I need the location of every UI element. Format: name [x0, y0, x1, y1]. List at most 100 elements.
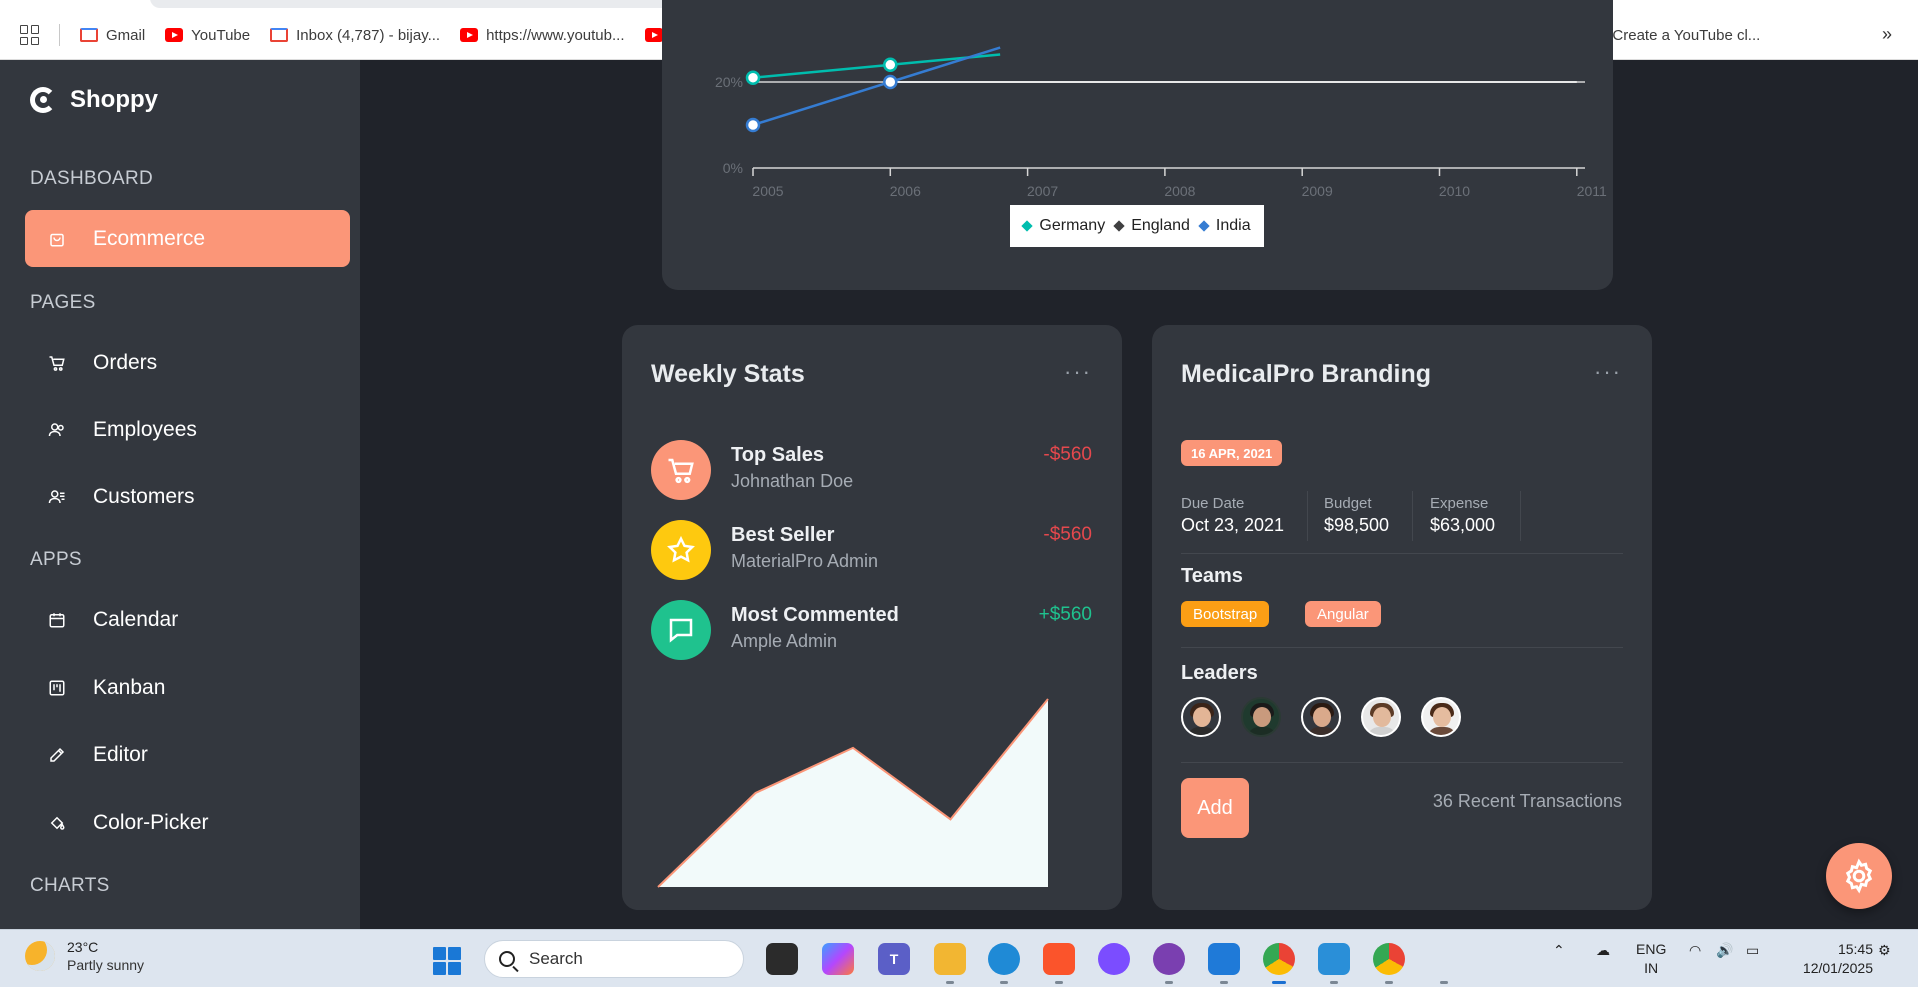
bookmark-item[interactable]: YouTube — [163, 22, 256, 48]
bookmark-item[interactable]: Gmail — [78, 22, 151, 48]
expense: Expense $63,000 — [1430, 495, 1495, 536]
legend-item-england[interactable]: England — [1113, 217, 1190, 235]
bookmarks-divider — [59, 24, 60, 46]
teams-icon[interactable]: T — [878, 943, 910, 975]
chevron-up-icon[interactable]: ⌃ — [1553, 942, 1565, 959]
sidebar-item-label: Ecommerce — [93, 226, 206, 250]
meta-label: Budget — [1324, 495, 1372, 512]
add-button[interactable]: Add — [1181, 778, 1249, 838]
bookmarks-overflow-button[interactable]: » — [1882, 24, 1892, 45]
section-charts: CHARTS — [30, 875, 110, 896]
sidebar-item-ecommerce[interactable]: Ecommerce — [25, 210, 350, 267]
region-code: IN — [1644, 960, 1659, 976]
bookmark-item[interactable]: Inbox (4,787) - bijay... — [268, 22, 446, 48]
legend-label: Germany — [1039, 217, 1106, 234]
wifi-icon[interactable]: ◠ — [1689, 942, 1701, 959]
apps-grid-icon[interactable] — [20, 25, 40, 45]
bookmark-label: YouTube — [191, 26, 251, 44]
data-point-india — [745, 117, 761, 133]
more-options-icon[interactable]: ··· — [1064, 359, 1092, 385]
legend-item-germany[interactable]: Germany — [1021, 217, 1106, 235]
date-badge: 16 APR, 2021 — [1181, 440, 1283, 466]
sparkline-area — [658, 699, 1048, 887]
edge-icon[interactable] — [988, 943, 1020, 975]
section-apps: APPS — [30, 549, 82, 570]
search-placeholder: Search — [529, 949, 583, 968]
chrome-profile-icon[interactable] — [1373, 943, 1405, 975]
brave-icon[interactable] — [1043, 943, 1075, 975]
stat-amount: -$560 — [1043, 444, 1092, 465]
kanban-icon — [47, 678, 67, 698]
x-tick-label: 2010 — [1439, 183, 1470, 199]
sidebar-item-label: Kanban — [93, 675, 166, 699]
meta-value: $63,000 — [1430, 515, 1496, 535]
language-indicator[interactable]: ENG IN — [1636, 940, 1666, 978]
sidebar-item-calendar[interactable]: Calendar — [25, 591, 350, 648]
x-tick-label: 2009 — [1302, 183, 1333, 199]
sidebar-item-color-picker[interactable]: Color-Picker — [25, 794, 350, 851]
taskbar: 23°C Partly sunny Search T ⌃ ☁ ENG IN ◠ … — [0, 929, 1918, 987]
leader-avatar[interactable] — [1301, 697, 1341, 737]
youtube-icon — [460, 28, 479, 42]
bookmark-label: Inbox (4,787) - bijay... — [296, 26, 441, 44]
bookmark-label: https://www.youtub... — [486, 26, 625, 44]
settings-button[interactable] — [1826, 843, 1892, 909]
taskbar-search[interactable]: Search — [484, 940, 744, 978]
shoppy-logo-icon — [30, 87, 56, 113]
card-title: Weekly Stats — [651, 360, 805, 388]
shopping-bag-icon — [47, 229, 67, 249]
proton-icon[interactable] — [1098, 943, 1130, 975]
sidebar-item-editor[interactable]: Editor — [25, 726, 350, 783]
leaders-heading: Leaders — [1181, 662, 1258, 684]
stat-row: Most Commented Ample Admin +$560 — [651, 600, 1092, 662]
leader-avatar[interactable] — [1181, 697, 1221, 737]
github-icon[interactable] — [1153, 943, 1185, 975]
line-chart-card: 20% 0% 2005 2006 2007 2008 2009 2010 2011 German… — [662, 0, 1613, 290]
paint-bucket-icon — [47, 813, 67, 833]
legend-label: England — [1131, 217, 1190, 234]
meta-value: Oct 23, 2021 — [1181, 515, 1285, 535]
team-chip-bootstrap[interactable]: Bootstrap — [1181, 601, 1270, 627]
copilot-icon[interactable] — [822, 943, 854, 975]
team-chip-angular[interactable]: Angular — [1305, 601, 1381, 627]
sidebar-item-customers[interactable]: Customers — [25, 468, 350, 525]
file-explorer-icon[interactable] — [934, 943, 966, 975]
chrome-icon[interactable] — [1263, 943, 1295, 975]
cart-icon — [651, 440, 711, 500]
notifications-icon[interactable]: ⚙ — [1878, 942, 1891, 959]
bookmark-item[interactable]: https://www.youtub... — [458, 22, 630, 48]
x-tick-label: 2007 — [1027, 183, 1058, 199]
stat-row: Best Seller MaterialPro Admin -$560 — [651, 520, 1092, 582]
x-tick-label: 2006 — [890, 183, 921, 199]
weekly-stats-card: Weekly Stats ··· Top Sales Johnathan Doe… — [622, 325, 1122, 910]
cloud-sync-icon[interactable]: ☁ — [1596, 942, 1610, 959]
sidebar-item-label: Orders — [93, 350, 158, 374]
sidebar-item-label: Color-Picker — [93, 810, 209, 834]
more-options-icon[interactable]: ··· — [1594, 359, 1622, 385]
volume-icon[interactable]: 🔊 — [1716, 942, 1733, 959]
windows-start-icon[interactable] — [433, 947, 461, 975]
vscode-icon[interactable] — [1208, 943, 1240, 975]
search-icon — [499, 951, 515, 967]
page-scrollbar[interactable] — [1908, 60, 1918, 929]
task-view-icon[interactable] — [766, 943, 798, 975]
weather-condition: Partly sunny — [67, 957, 145, 973]
brand-logo[interactable]: Shoppy — [30, 86, 158, 114]
leader-avatar[interactable] — [1241, 697, 1281, 737]
system-clock[interactable]: 15:45 12/01/2025 — [1803, 940, 1873, 978]
leader-avatar[interactable] — [1361, 697, 1401, 737]
x-tick-label: 2011 — [1577, 183, 1607, 199]
legend-item-india[interactable]: India — [1198, 217, 1251, 235]
leader-avatar[interactable] — [1421, 697, 1461, 737]
y-tick-label: 0% — [723, 160, 743, 176]
battery-icon[interactable]: ▭ — [1746, 942, 1759, 959]
sidebar-item-employees[interactable]: Employees — [25, 401, 350, 458]
sidebar-item-kanban[interactable]: Kanban — [25, 659, 350, 716]
stat-title: Top Sales — [731, 444, 824, 466]
weather-widget[interactable]: 23°C Partly sunny — [25, 939, 144, 973]
sidebar-item-orders[interactable]: Orders — [25, 334, 350, 391]
legend-marker — [1198, 220, 1210, 232]
photos-icon[interactable] — [1318, 943, 1350, 975]
sidebar-item-label: Customers — [93, 484, 195, 508]
partly-sunny-icon — [25, 941, 55, 971]
